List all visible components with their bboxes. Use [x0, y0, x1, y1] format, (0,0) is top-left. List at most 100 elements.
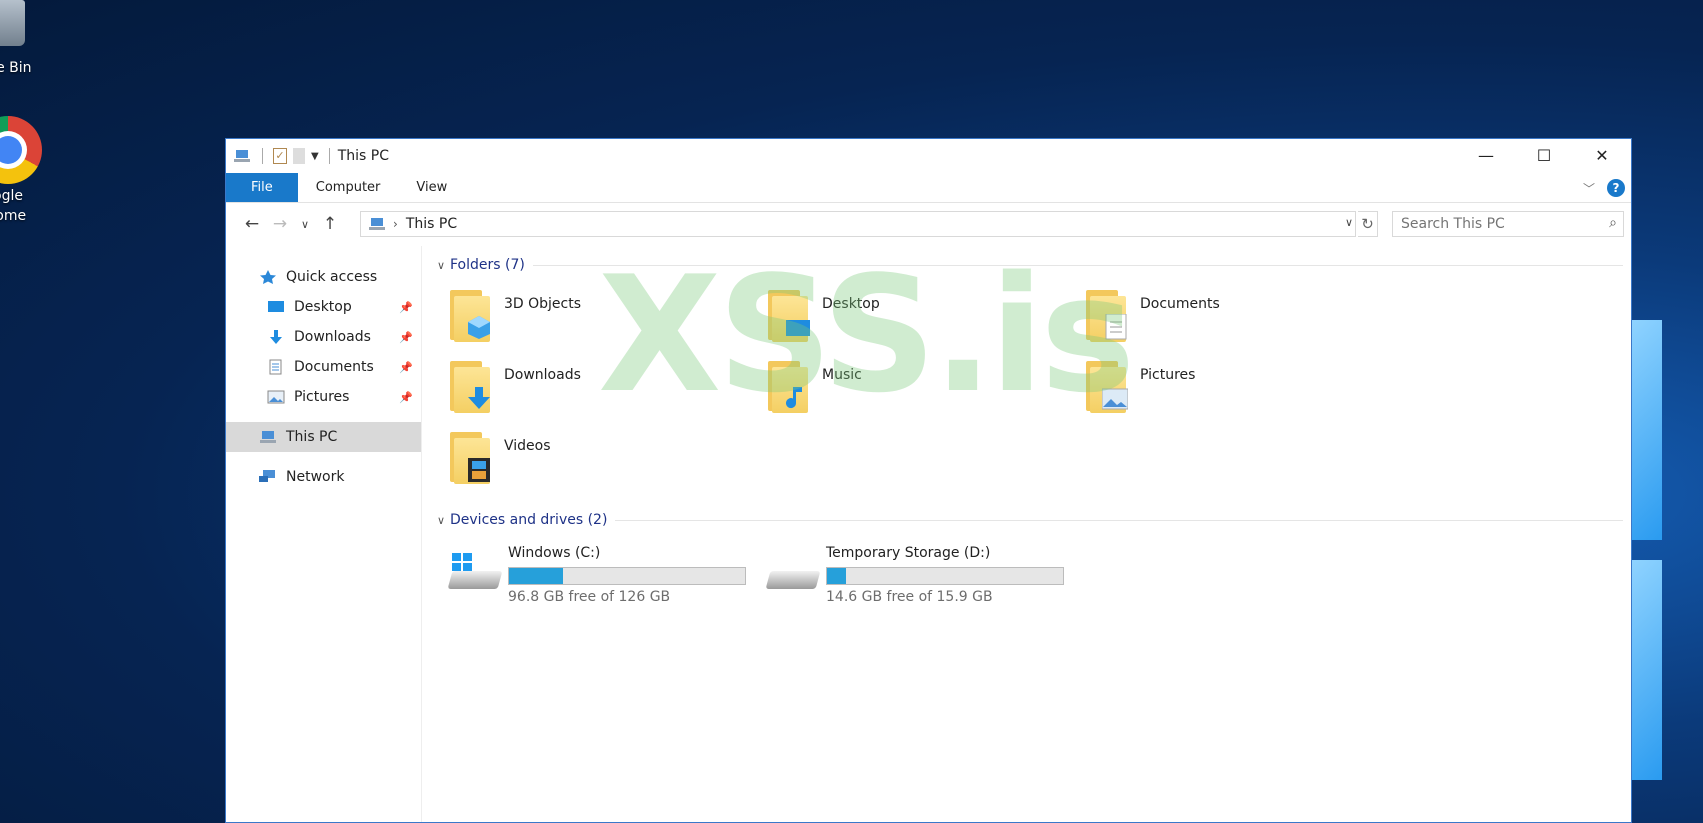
- group-divider: [615, 519, 1623, 521]
- new-folder-icon[interactable]: [293, 148, 305, 164]
- group-title: Folders (7): [450, 257, 525, 273]
- folder-item[interactable]: Downloads: [432, 359, 750, 430]
- tab-view[interactable]: View: [398, 173, 465, 202]
- music-folder-icon: [764, 359, 814, 415]
- drive-name: Windows (C:): [508, 545, 601, 561]
- pin-icon[interactable]: 📌: [399, 361, 413, 374]
- tab-computer[interactable]: Computer: [298, 173, 399, 202]
- hard-drive-icon: [764, 545, 822, 595]
- folder-item[interactable]: Pictures: [1068, 359, 1386, 430]
- nav-downloads[interactable]: Downloads 📌: [226, 322, 421, 352]
- drive-item[interactable]: Temporary Storage (D:) 14.6 GB free of 1…: [750, 545, 1068, 605]
- group-title: Devices and drives (2): [450, 512, 608, 528]
- drive-usage-bar: [826, 567, 1064, 585]
- documents-folder-icon: [1082, 288, 1132, 344]
- collapse-chevron-icon[interactable]: ∨: [432, 514, 450, 527]
- nav-label: Documents: [294, 359, 374, 375]
- refresh-button[interactable]: ↻: [1358, 211, 1378, 237]
- customize-toolbar-icon[interactable]: ▼: [311, 151, 319, 162]
- search-icon[interactable]: ⌕: [1609, 215, 1617, 231]
- nav-quick-access[interactable]: Quick access: [226, 262, 421, 292]
- downloads-icon: [270, 330, 282, 344]
- help-icon[interactable]: ?: [1607, 179, 1625, 197]
- folder-name: Music: [822, 367, 862, 383]
- forward-button[interactable]: →: [266, 214, 294, 234]
- desktop-icon: [268, 301, 284, 312]
- close-button[interactable]: ✕: [1573, 139, 1631, 171]
- chrome-icon: [0, 116, 42, 184]
- up-button[interactable]: ↑: [316, 214, 344, 234]
- expand-ribbon-icon[interactable]: ﹀: [1583, 180, 1595, 197]
- search-box[interactable]: ⌕: [1392, 211, 1624, 237]
- tab-file[interactable]: File: [226, 173, 298, 202]
- folder-item[interactable]: 3D Objects: [432, 288, 750, 359]
- folder-item[interactable]: Music: [750, 359, 1068, 430]
- quick-access-toolbar: ✓ ▼: [234, 148, 334, 164]
- nav-network[interactable]: Network: [226, 462, 421, 492]
- nav-label: This PC: [286, 429, 338, 445]
- explorer-body: Quick access Desktop 📌 Downloads 📌 Docum…: [226, 246, 1631, 822]
- pin-icon[interactable]: 📌: [399, 331, 413, 344]
- desktop-folder-icon: [764, 288, 814, 344]
- downloads-folder-icon: [446, 359, 496, 415]
- pictures-folder-icon: [1082, 359, 1132, 415]
- wallpaper-logo-bottom: [1632, 560, 1662, 780]
- group-divider: [532, 264, 1623, 266]
- this-pc-icon: [234, 150, 250, 162]
- toolbar-separator: [262, 148, 263, 164]
- nav-label: Network: [286, 469, 345, 485]
- this-pc-icon: [260, 431, 276, 443]
- search-input[interactable]: [1401, 216, 1591, 232]
- star-icon: [260, 270, 276, 284]
- folder-name: Downloads: [504, 367, 581, 383]
- chrome-shortcut[interactable]: ogle rome: [0, 116, 46, 226]
- content-area: ∨ Folders (7) 3D Objects Desktop Documen…: [422, 246, 1631, 822]
- file-explorer-window: ✓ ▼ This PC — ☐ ✕ File Computer View ﹀ ?…: [225, 138, 1632, 823]
- breadcrumb-chevron-icon[interactable]: ›: [393, 217, 398, 231]
- nav-desktop[interactable]: Desktop 📌: [226, 292, 421, 322]
- toolbar-separator: [328, 148, 330, 164]
- back-button[interactable]: ←: [238, 214, 266, 234]
- address-bar[interactable]: › This PC ∨: [360, 211, 1356, 237]
- drives-list: Windows (C:) 96.8 GB free of 126 GB Temp…: [432, 533, 1631, 605]
- folder-item[interactable]: Documents: [1068, 288, 1386, 359]
- drive-free-space: 96.8 GB free of 126 GB: [508, 589, 671, 605]
- recent-locations-button[interactable]: ∨: [294, 218, 316, 231]
- pin-icon[interactable]: 📌: [399, 391, 413, 404]
- maximize-button[interactable]: ☐: [1515, 139, 1573, 171]
- folder-name: Pictures: [1140, 367, 1196, 383]
- folder-item[interactable]: Videos: [432, 430, 750, 501]
- window-controls: — ☐ ✕: [1457, 139, 1631, 171]
- recycle-bin-label: cle Bin: [0, 60, 32, 76]
- navigation-pane: Quick access Desktop 📌 Downloads 📌 Docum…: [226, 246, 422, 822]
- nav-pictures[interactable]: Pictures 📌: [226, 382, 421, 412]
- nav-documents[interactable]: Documents 📌: [226, 352, 421, 382]
- 3d-objects-folder-icon: [446, 288, 496, 344]
- minimize-button[interactable]: —: [1457, 139, 1515, 171]
- folder-name: 3D Objects: [504, 296, 582, 312]
- pictures-icon: [267, 390, 285, 404]
- folder-name: Desktop: [822, 296, 880, 312]
- folders-group-header[interactable]: ∨ Folders (7): [432, 252, 1631, 278]
- nav-label: Quick access: [286, 269, 378, 285]
- chrome-label: ogle rome: [0, 188, 27, 224]
- drive-usage-fill: [509, 568, 564, 584]
- folder-name: Videos: [504, 438, 551, 454]
- address-dropdown-icon[interactable]: ∨: [1345, 216, 1353, 229]
- folder-item[interactable]: Desktop: [750, 288, 1068, 359]
- drives-group-header[interactable]: ∨ Devices and drives (2): [432, 507, 1631, 533]
- pin-icon[interactable]: 📌: [399, 301, 413, 314]
- title-bar: ✓ ▼ This PC — ☐ ✕: [226, 139, 1631, 173]
- recycle-bin-shortcut[interactable]: cle Bin: [0, 0, 46, 76]
- drive-free-space: 14.6 GB free of 15.9 GB: [826, 589, 993, 605]
- nav-this-pc[interactable]: This PC: [226, 422, 421, 452]
- ribbon-tabs: File Computer View ﹀ ?: [226, 173, 1631, 203]
- ribbon-right: ﹀ ?: [1583, 179, 1625, 197]
- drive-item[interactable]: Windows (C:) 96.8 GB free of 126 GB: [432, 545, 750, 605]
- wallpaper-logo-top: [1632, 320, 1662, 540]
- this-pc-icon: [369, 218, 385, 230]
- collapse-chevron-icon[interactable]: ∨: [432, 259, 450, 272]
- drive-usage-fill: [827, 568, 846, 584]
- breadcrumb-this-pc[interactable]: This PC: [406, 216, 457, 232]
- properties-icon[interactable]: ✓: [273, 148, 287, 164]
